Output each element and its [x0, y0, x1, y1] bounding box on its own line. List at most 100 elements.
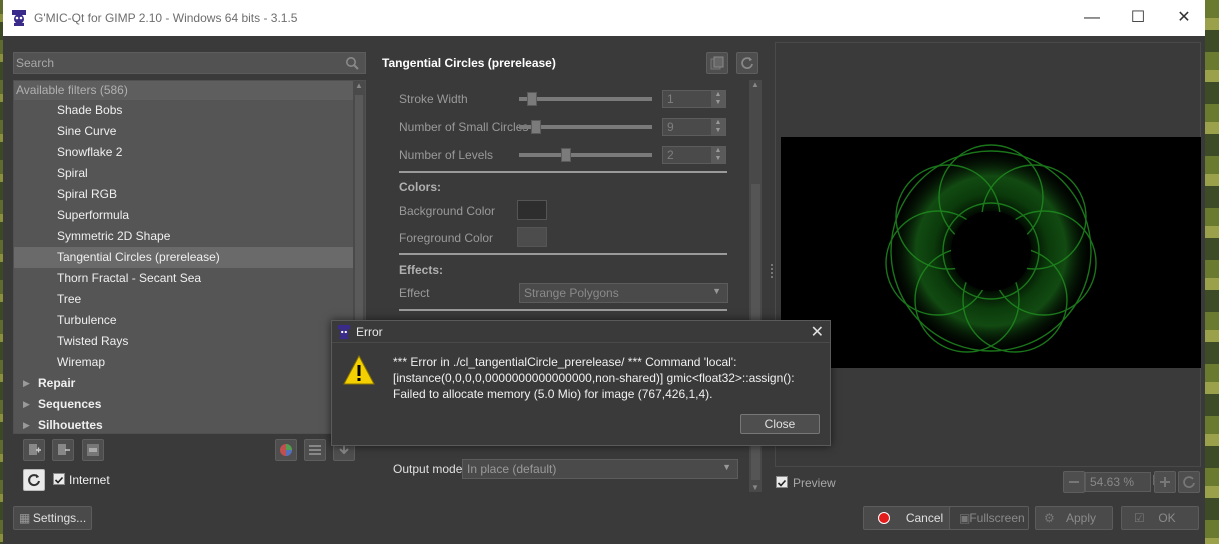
close-icon[interactable]: ✕ [811, 322, 824, 342]
filter-title: Tangential Circles (prerelease) [382, 56, 556, 70]
separator [399, 253, 727, 255]
internet-checkbox[interactable] [53, 473, 65, 485]
filter-tree[interactable]: Available filters (586) Shade Bobs Sine … [13, 80, 366, 434]
bg-color-swatch[interactable] [517, 200, 547, 220]
slider-knob[interactable] [531, 120, 541, 134]
spin-arrows-icon[interactable]: ▲ ▼ [711, 119, 725, 135]
ok-button[interactable]: ☑ OK [1121, 506, 1199, 530]
separator [399, 171, 727, 173]
scroll-down-icon[interactable]: ▼ [751, 483, 759, 492]
reset-params-button[interactable] [736, 52, 758, 74]
cancel-icon [878, 512, 890, 524]
colors-section-title: Colors: [399, 180, 441, 194]
add-favorite-icon [29, 444, 41, 455]
gmic-window: G'MIC-Qt for GIMP 2.10 - Windows 64 bits… [3, 0, 1205, 544]
minimize-button[interactable]: — [1069, 0, 1115, 36]
stroke-width-spinbox[interactable]: 1 ▲ ▼ [662, 90, 726, 108]
title-bar[interactable]: G'MIC-Qt for GIMP 2.10 - Windows 64 bits… [3, 0, 1205, 36]
output-mode-label: Output mode [393, 462, 463, 476]
splitter-handle-right[interactable] [771, 264, 773, 278]
filter-item[interactable]: Snowflake 2 [14, 142, 353, 163]
filter-item[interactable]: Twisted Rays [14, 331, 353, 352]
zoom-in-button[interactable] [1154, 471, 1176, 493]
fg-color-label: Foreground Color [399, 231, 494, 245]
spin-arrows-icon[interactable]: ▲ ▼ [711, 91, 725, 107]
levels-label: Number of Levels [399, 148, 494, 162]
stroke-width-slider[interactable] [519, 92, 652, 106]
maximize-button[interactable]: ☐ [1115, 0, 1161, 36]
add-fave-button[interactable] [23, 439, 45, 461]
small-circles-slider[interactable] [519, 120, 652, 134]
filter-item[interactable]: Shade Bobs [14, 100, 353, 121]
preview-checkbox[interactable] [776, 476, 788, 488]
preview-label: Preview [793, 476, 836, 490]
filter-item[interactable]: Superformula [14, 205, 353, 226]
copy-icon [710, 56, 724, 70]
scroll-up-icon[interactable]: ▲ [353, 81, 365, 93]
available-filters-header: Available filters (586) [14, 81, 353, 100]
category-sequences[interactable]: ▶ Sequences [14, 394, 353, 415]
filter-item[interactable]: Thorn Fractal - Secant Sea [14, 268, 353, 289]
filter-item[interactable]: Turbulence [14, 310, 353, 331]
copy-to-clipboard-button[interactable] [706, 52, 728, 74]
expand-arrow-icon[interactable]: ▶ [23, 394, 30, 415]
filter-item[interactable]: Spiral RGB [14, 184, 353, 205]
chevron-down-icon[interactable]: ▼ [712, 286, 721, 296]
slider-knob[interactable] [527, 92, 537, 106]
chevron-down-icon[interactable]: ▼ [722, 462, 731, 472]
search-input[interactable]: Search [13, 52, 366, 74]
filter-item-selected[interactable]: Tangential Circles (prerelease) [14, 247, 353, 268]
rename-fave-button[interactable] [82, 439, 104, 461]
slider-knob[interactable] [561, 148, 571, 162]
filter-item[interactable]: Tree [14, 289, 353, 310]
category-silhouettes[interactable]: ▶ Silhouettes [14, 415, 353, 433]
filter-item[interactable]: Wiremap [14, 352, 353, 373]
gmic-logo-icon [12, 10, 26, 26]
small-circles-label: Number of Small Circles [399, 120, 529, 134]
checkmark-icon [777, 479, 787, 487]
list-icon [309, 445, 321, 455]
zoom-out-icon [1069, 481, 1079, 483]
apply-button[interactable]: ⚙ Apply [1035, 506, 1113, 530]
levels-spinbox[interactable]: 2 ▲ ▼ [662, 146, 726, 164]
error-dialog: Error ✕ *** Error in ./cl_tangentialCirc… [331, 320, 831, 446]
separator [399, 309, 727, 311]
remove-fave-button[interactable] [52, 439, 74, 461]
filter-item[interactable]: Spiral [14, 163, 353, 184]
settings-icon: ▦ [19, 511, 31, 525]
desktop-background-right [1205, 0, 1219, 544]
expand-arrow-icon[interactable]: ▶ [23, 373, 30, 394]
effect-select[interactable]: Strange Polygons ▼ [519, 283, 728, 303]
spin-arrows-icon[interactable]: ▲ ▼ [711, 147, 725, 163]
zoom-reset-button[interactable] [1178, 471, 1200, 493]
close-button[interactable]: Close [740, 414, 820, 434]
reset-icon [741, 57, 753, 69]
category-repair[interactable]: ▶ Repair [14, 373, 353, 394]
search-icon[interactable] [345, 56, 359, 70]
levels-slider[interactable] [519, 148, 652, 162]
checkmark-icon [54, 476, 64, 484]
preview-image[interactable] [781, 137, 1201, 368]
small-circles-spinbox[interactable]: 9 ▲ ▼ [662, 118, 726, 136]
zoom-out-button[interactable] [1063, 471, 1085, 493]
visibility-button[interactable] [275, 439, 297, 461]
refresh-icon [28, 474, 40, 487]
stroke-width-label: Stroke Width [399, 92, 468, 106]
filter-item[interactable]: Symmetric 2D Shape [14, 226, 353, 247]
fullscreen-button[interactable]: ▣ Fullscreen [949, 506, 1029, 530]
output-mode-select[interactable]: In place (default) ▼ [462, 459, 738, 479]
expand-arrow-icon[interactable]: ▶ [23, 415, 30, 433]
list-view-button[interactable] [304, 439, 326, 461]
ok-icon: ☑ [1134, 511, 1145, 525]
close-window-button[interactable]: ✕ [1161, 0, 1207, 36]
remove-favorite-icon [58, 444, 70, 455]
dialog-title-bar[interactable]: Error ✕ [332, 321, 830, 343]
warning-icon [343, 354, 375, 385]
refresh-button[interactable] [23, 469, 45, 491]
zoom-select[interactable]: 54.63 % ▼ [1085, 472, 1168, 492]
fg-color-swatch[interactable] [517, 227, 547, 247]
settings-button[interactable]: ▦ Settings... [13, 506, 92, 530]
filter-item[interactable]: Sine Curve [14, 121, 353, 142]
effects-section-title: Effects: [399, 263, 444, 277]
scroll-up-icon[interactable]: ▲ [751, 80, 759, 89]
